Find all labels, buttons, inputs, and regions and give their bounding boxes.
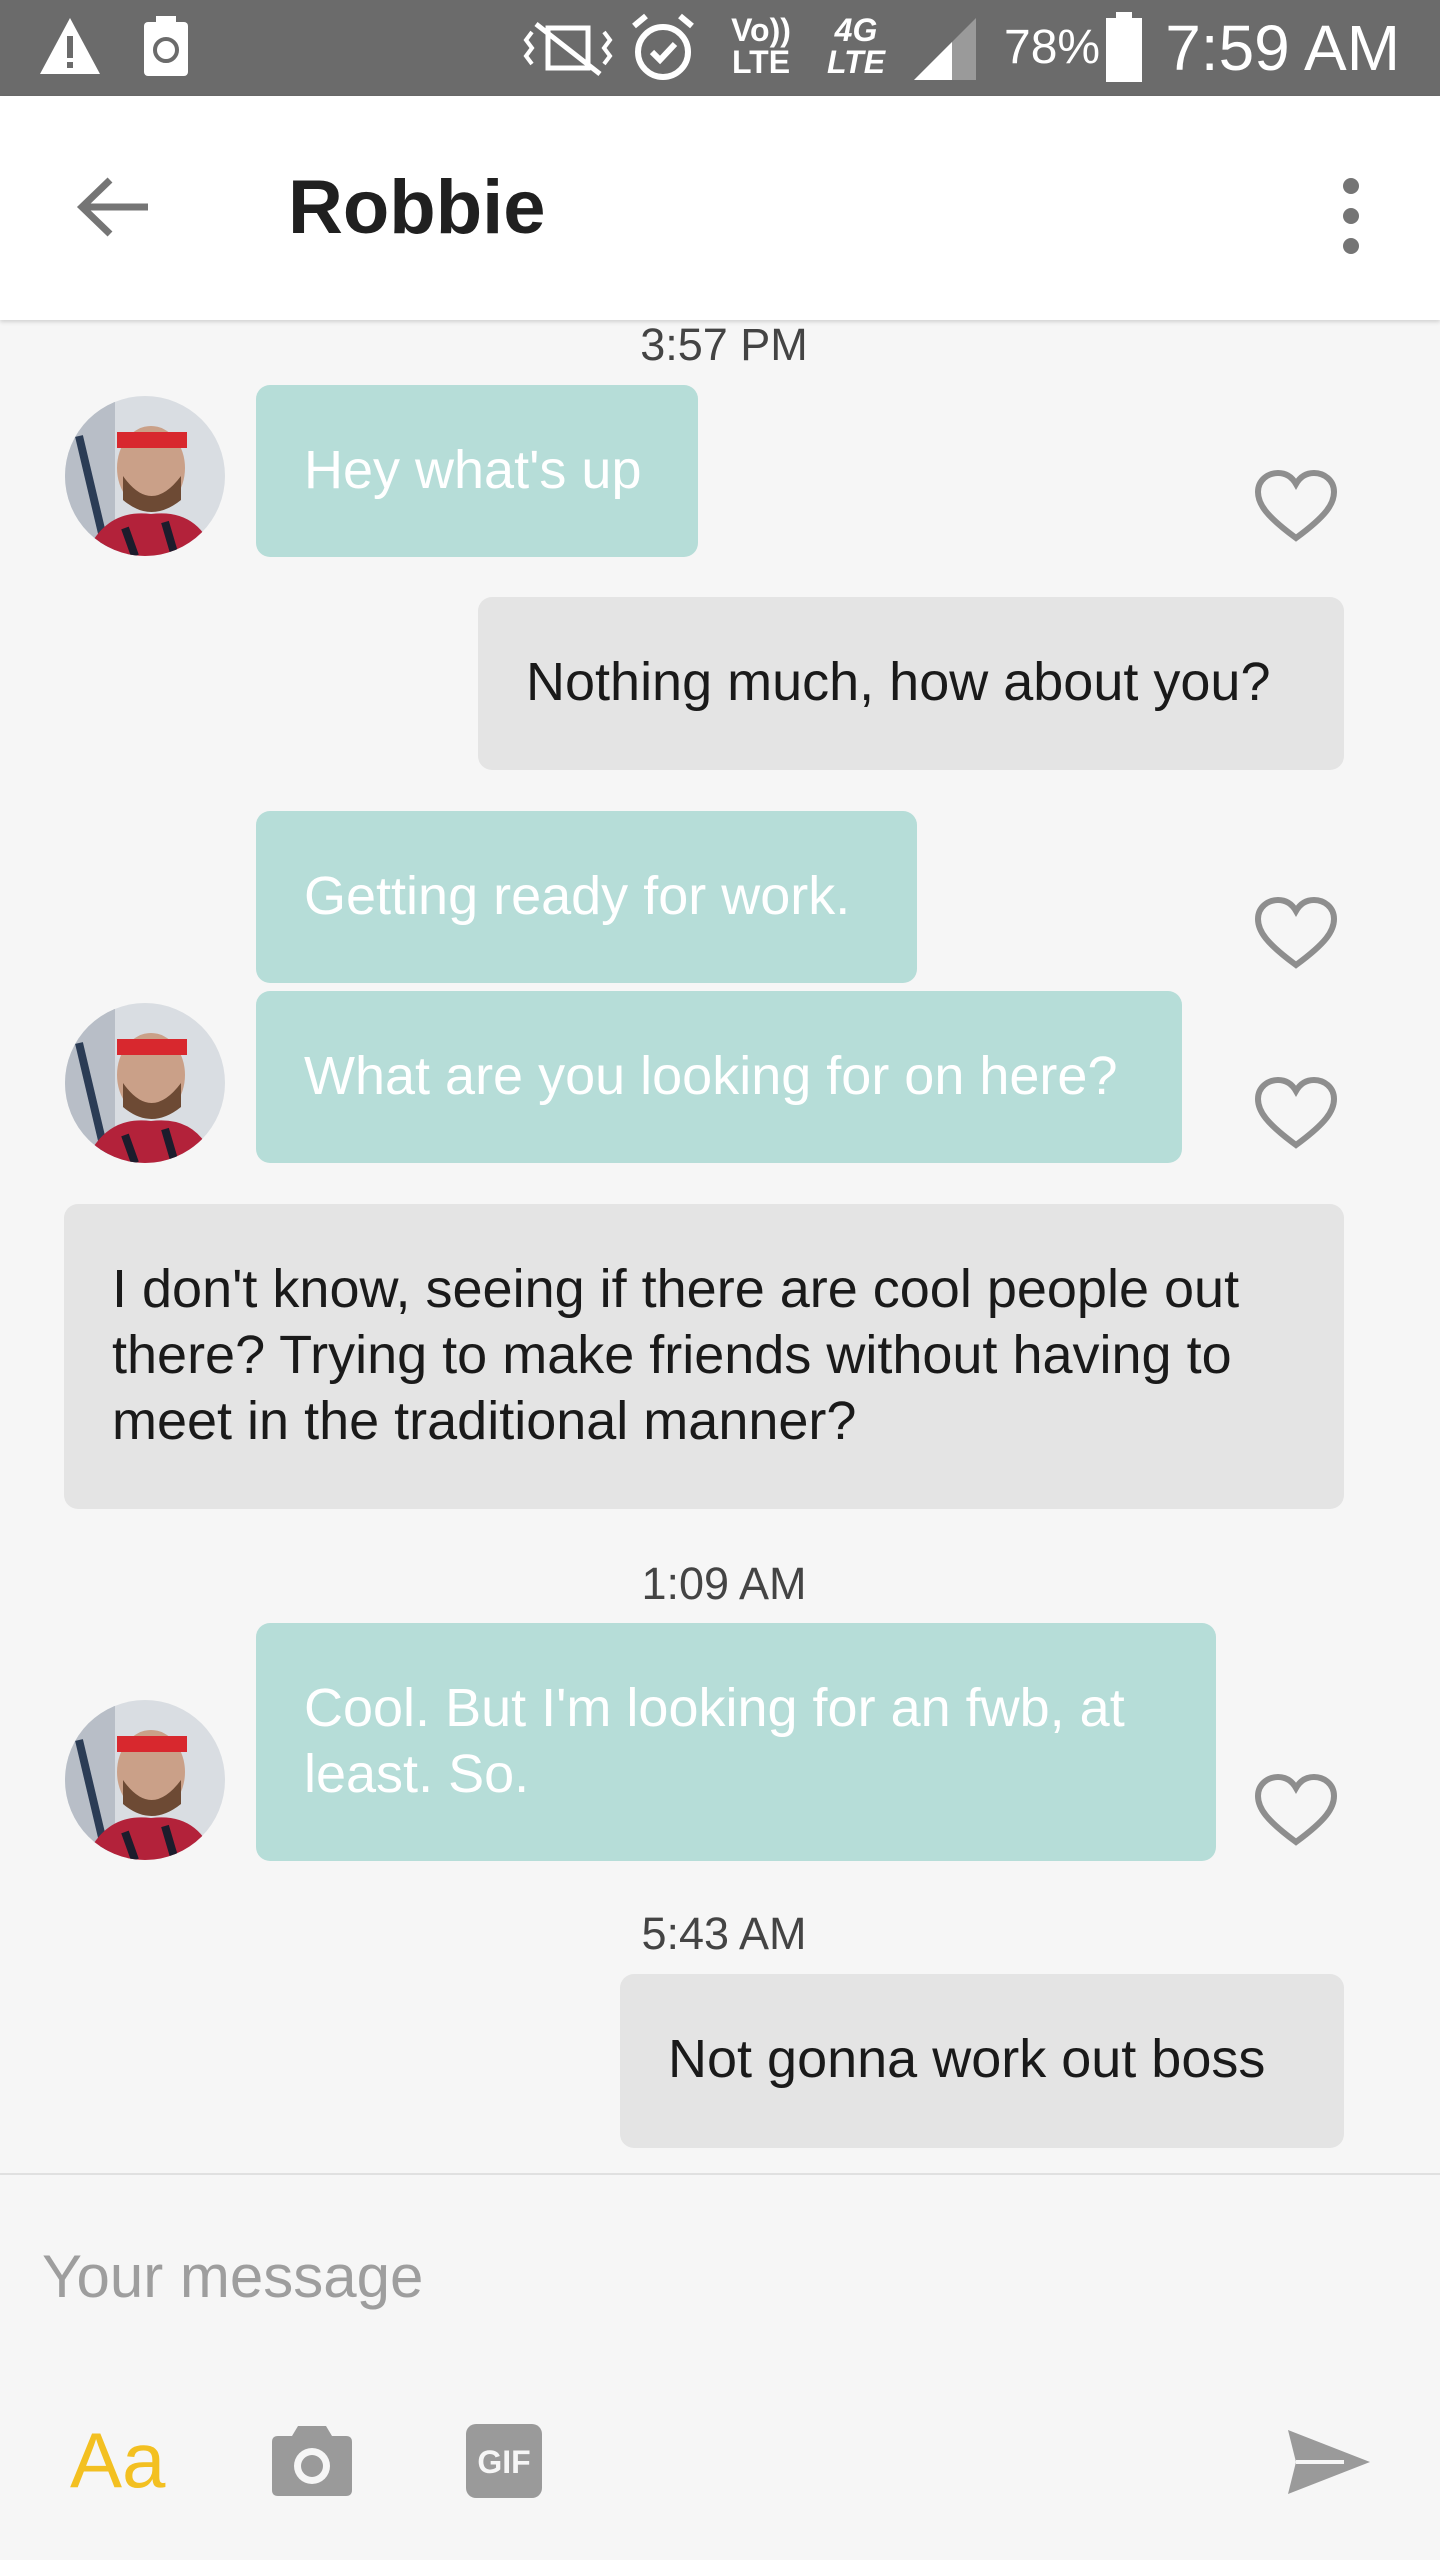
send-icon[interactable] [1284, 2424, 1374, 2500]
avatar[interactable] [65, 1700, 225, 1860]
message-input[interactable] [40, 2235, 1244, 2317]
avatar[interactable] [65, 396, 225, 556]
conversation-title: Robbie [288, 165, 546, 250]
gif-label: GIF [477, 2444, 531, 2480]
composer-divider [0, 2173, 1440, 2175]
message-bubble-incoming[interactable]: Hey what's up [256, 385, 698, 557]
heart-icon[interactable] [1254, 897, 1338, 971]
message-text: What are you looking for on here? [304, 1046, 1118, 1106]
vibrate-mute-icon [523, 22, 613, 76]
volte-indicator: Vo)) LTE [731, 12, 791, 80]
alarm-icon [632, 13, 694, 80]
signal-icon [914, 18, 976, 80]
timestamp: 5:43 AM [641, 1908, 807, 1959]
battery-icon [1106, 12, 1142, 82]
message-bubble-incoming[interactable]: Getting ready for work. [256, 811, 917, 983]
gif-button[interactable]: GIF [466, 2424, 542, 2498]
avatar[interactable] [65, 1003, 225, 1163]
message-bubble-outgoing[interactable]: Nothing much, how about you? [478, 597, 1344, 770]
message-text: Not gonna work out boss [668, 2029, 1266, 2089]
network-type-indicator: 4G LTE [826, 12, 886, 80]
recycle-icon [144, 16, 188, 76]
message-bubble-outgoing[interactable]: Not gonna work out boss [620, 1974, 1344, 2148]
more-vertical-icon[interactable] [1334, 176, 1368, 256]
message-text: I don't know, seeing if there are cool p… [112, 1259, 1240, 1451]
text-format-button[interactable]: Aa [70, 2418, 165, 2502]
battery-percent: 78% [1004, 21, 1101, 74]
message-text: Nothing much, how about you? [526, 652, 1271, 712]
camera-icon[interactable] [270, 2422, 354, 2498]
message-text: Cool. But I'm looking for an fwb, at lea… [304, 1678, 1125, 1804]
message-bubble-incoming[interactable]: What are you looking for on here? [256, 991, 1182, 1163]
message-text: Getting ready for work. [304, 866, 851, 926]
heart-icon[interactable] [1254, 470, 1338, 544]
heart-icon[interactable] [1254, 1077, 1338, 1151]
message-bubble-incoming[interactable]: Cool. But I'm looking for an fwb, at lea… [256, 1623, 1216, 1861]
timestamp: 1:09 AM [641, 1558, 807, 1609]
clock: 7:59 AM [1165, 12, 1400, 84]
arrow-left-icon[interactable] [74, 174, 152, 240]
timestamp: 3:57 PM [640, 319, 808, 370]
app-bar: Robbie [0, 96, 1440, 320]
message-text: Hey what's up [304, 440, 642, 500]
message-bubble-outgoing[interactable]: I don't know, seeing if there are cool p… [64, 1204, 1344, 1509]
heart-icon[interactable] [1254, 1774, 1338, 1848]
warning-icon [40, 18, 100, 74]
status-bar: Vo)) LTE 4G LTE 78% 7:59 AM [0, 0, 1440, 96]
